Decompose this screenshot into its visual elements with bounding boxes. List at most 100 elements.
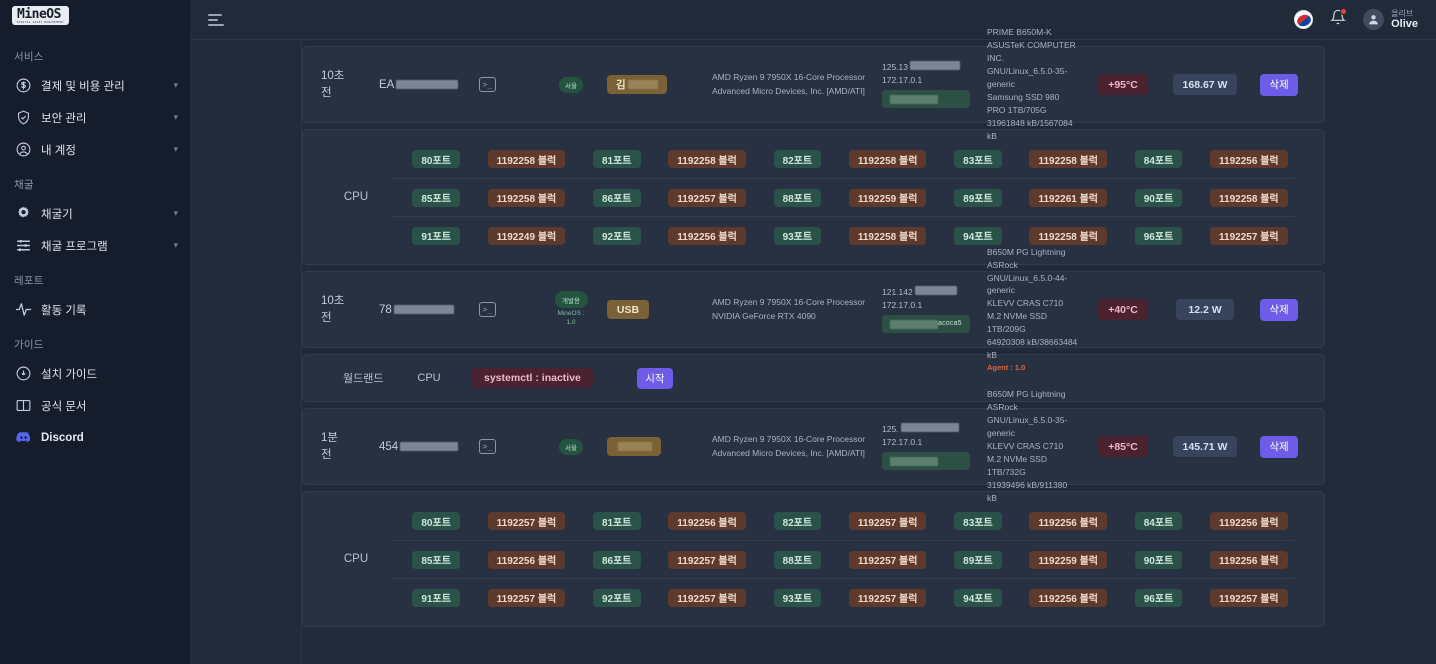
chevron-down-icon[interactable]: ▾ — [173, 145, 178, 154]
machine-tag-badge[interactable] — [607, 437, 661, 456]
block-badge[interactable]: 1192256 블럭 — [1210, 150, 1288, 168]
block-badge[interactable]: 1192257 블럭 — [848, 588, 927, 607]
machine-ip-internal: 172.17.0.1 — [882, 436, 923, 447]
chevron-down-icon[interactable]: ▾ — [173, 81, 178, 90]
start-button[interactable]: 시작 — [636, 367, 673, 389]
block-badge[interactable]: 1192257 블럭 — [1210, 588, 1288, 607]
user-name-block: 올리브 Olive — [1391, 9, 1418, 31]
block-badge[interactable]: 1192258 블럭 — [1029, 226, 1107, 245]
port-badge[interactable]: 81포트 — [592, 512, 641, 530]
sidebar-item-0-s3[interactable]: 설치 가이드 — [0, 358, 190, 390]
machine-tag-badge[interactable]: 김 — [607, 75, 667, 94]
port-badge[interactable]: 88포트 — [773, 550, 822, 569]
block-badge[interactable]: 1192257 블럭 — [848, 512, 927, 530]
machine-tag-cell: USB — [607, 300, 712, 320]
terminal-icon[interactable]: >_ — [479, 439, 496, 454]
grid-cell: 83포트 — [933, 150, 1023, 168]
block-badge[interactable]: 1192258 블럭 — [1210, 188, 1288, 207]
sidebar: MineOS DIGITAL ASSET MANAGEMENT 서비스 결제 및 … — [0, 0, 190, 664]
block-badge[interactable]: 1192258 블럭 — [848, 226, 927, 245]
block-badge[interactable]: 1192259 블럭 — [1029, 550, 1107, 569]
block-badge[interactable]: 1192257 블럭 — [1210, 226, 1288, 245]
main-area: 올리브 Olive 10초 전 EA >_ 서울 김 AMD Ryzen 9 7950X 1… — [190, 0, 1436, 664]
block-badge[interactable]: 1192256 블럭 — [1210, 550, 1288, 569]
port-badge[interactable]: 85포트 — [412, 188, 460, 207]
machine-tag-badge[interactable]: USB — [607, 300, 649, 320]
block-badge[interactable]: 1192257 블럭 — [668, 588, 746, 607]
block-badge[interactable]: 1192257 블럭 — [668, 188, 746, 207]
port-badge[interactable]: 90포트 — [1134, 188, 1183, 207]
sidebar-item-0-s0[interactable]: 결제 및 비용 관리 ▾ — [0, 70, 190, 102]
sidebar-section-title: 가이드 — [14, 338, 44, 351]
block-badge[interactable]: 1192257 블럭 — [487, 588, 566, 607]
port-badge[interactable]: 83포트 — [954, 150, 1002, 168]
port-badge[interactable]: 93포트 — [773, 226, 822, 245]
block-badge[interactable]: 1192258 블럭 — [1029, 150, 1107, 168]
port-badge[interactable]: 92포트 — [592, 226, 641, 245]
block-badge[interactable]: 1192258 블럭 — [668, 150, 746, 168]
block-badge[interactable]: 1192256 블럭 — [668, 226, 746, 245]
port-badge[interactable]: 96포트 — [1134, 226, 1183, 245]
sidebar-item-2-s3[interactable]: Discord — [0, 422, 190, 454]
port-badge[interactable]: 88포트 — [773, 188, 822, 207]
terminal-cell: >_ — [479, 439, 535, 454]
port-badge[interactable]: 91포트 — [412, 588, 460, 607]
block-badge[interactable]: 1192261 블럭 — [1029, 188, 1107, 207]
mineos-logo[interactable]: MineOS DIGITAL ASSET MANAGEMENT — [12, 6, 70, 26]
logo-wrapper[interactable]: MineOS DIGITAL ASSET MANAGEMENT — [0, 2, 190, 38]
grid-cell: 1192256 블럭 — [662, 226, 752, 245]
port-badge[interactable]: 82포트 — [773, 512, 822, 530]
port-badge[interactable]: 86포트 — [592, 550, 641, 569]
port-badge[interactable]: 85포트 — [412, 550, 460, 569]
port-badge[interactable]: 89포트 — [954, 550, 1002, 569]
sidebar-item-1-s1[interactable]: 채굴 프로그램 ▾ — [0, 230, 190, 262]
sidebar-item-1-s0[interactable]: 보안 관리 ▾ — [0, 102, 190, 134]
port-badge[interactable]: 92포트 — [592, 588, 641, 607]
block-badge[interactable]: 1192256 블럭 — [487, 550, 566, 569]
port-badge[interactable]: 86포트 — [592, 188, 641, 207]
sidebar-item-1-s3[interactable]: 공식 문서 — [0, 390, 190, 422]
port-badge[interactable]: 90포트 — [1134, 550, 1183, 569]
user-menu[interactable]: 올리브 Olive — [1363, 9, 1418, 31]
block-badge[interactable]: 1192258 블럭 — [487, 188, 566, 207]
port-badge[interactable]: 81포트 — [592, 150, 641, 168]
block-badge[interactable]: 1192257 블럭 — [487, 512, 566, 530]
port-badge[interactable]: 94포트 — [954, 588, 1002, 607]
delete-button[interactable]: 삭제 — [1260, 435, 1298, 458]
block-badge[interactable]: 1192256 블럭 — [1210, 512, 1288, 530]
sidebar-item-0-s2[interactable]: 활동 기록 — [0, 294, 190, 326]
port-badge[interactable]: 82포트 — [773, 150, 822, 168]
port-badge[interactable]: 91포트 — [412, 226, 460, 245]
block-badge[interactable]: 1192258 블럭 — [487, 150, 566, 168]
port-badge[interactable]: 80포트 — [412, 512, 460, 530]
bell-icon[interactable] — [1330, 7, 1348, 30]
content-left-gutter — [190, 40, 302, 664]
block-badge[interactable]: 1192257 블럭 — [668, 550, 746, 569]
port-badge[interactable]: 80포트 — [412, 150, 460, 168]
port-badge[interactable]: 96포트 — [1134, 588, 1183, 607]
port-badge[interactable]: 83포트 — [954, 512, 1002, 530]
port-badge[interactable]: 94포트 — [954, 226, 1002, 245]
block-badge[interactable]: 1192259 블럭 — [848, 188, 927, 207]
chevron-down-icon[interactable]: ▾ — [173, 241, 178, 250]
block-badge[interactable]: 1192258 블럭 — [848, 150, 927, 168]
delete-button[interactable]: 삭제 — [1260, 73, 1298, 96]
port-badge[interactable]: 84포트 — [1134, 512, 1183, 530]
terminal-icon[interactable]: >_ — [479, 302, 496, 317]
sidebar-item-2-s0[interactable]: 내 계정 ▾ — [0, 134, 190, 166]
block-badge[interactable]: 1192256 블럭 — [1029, 512, 1107, 530]
delete-button[interactable]: 삭제 — [1260, 298, 1298, 321]
block-badge[interactable]: 1192256 블럭 — [1029, 588, 1107, 607]
chevron-down-icon[interactable]: ▾ — [173, 113, 178, 122]
hamburger-icon[interactable] — [208, 11, 226, 29]
sidebar-item-0-s1[interactable]: 채굴기 ▾ — [0, 198, 190, 230]
terminal-icon[interactable]: >_ — [479, 77, 496, 92]
block-badge[interactable]: 1192256 블럭 — [668, 512, 746, 530]
port-badge[interactable]: 89포트 — [954, 188, 1002, 207]
port-badge[interactable]: 84포트 — [1134, 150, 1183, 168]
block-badge[interactable]: 1192249 블럭 — [487, 226, 566, 245]
chevron-down-icon[interactable]: ▾ — [173, 209, 178, 218]
port-badge[interactable]: 93포트 — [773, 588, 822, 607]
block-badge[interactable]: 1192257 블럭 — [848, 550, 927, 569]
korea-flag-icon[interactable] — [1294, 9, 1314, 29]
